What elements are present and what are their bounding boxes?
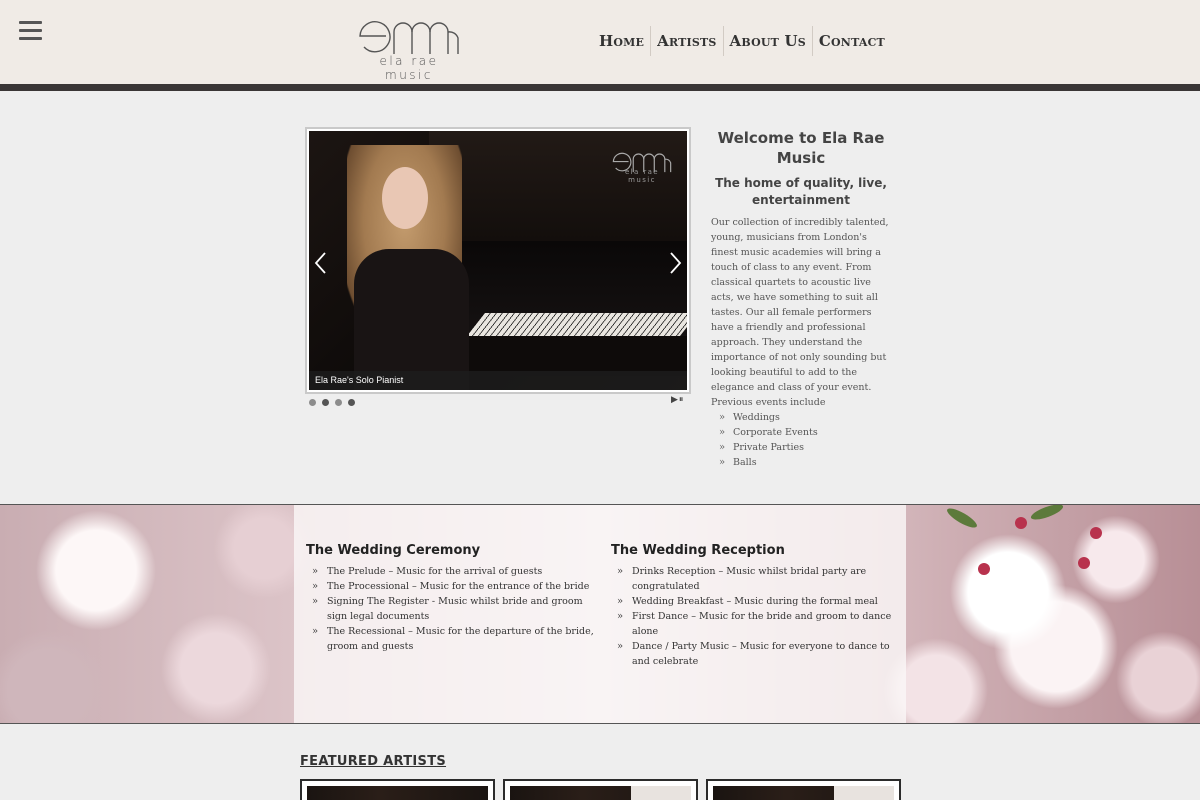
chevron-left-icon[interactable] bbox=[313, 251, 327, 275]
list-item: The Processional – Music for the entranc… bbox=[312, 579, 596, 594]
header-divider bbox=[0, 84, 1200, 91]
slider-dot-active[interactable] bbox=[322, 399, 329, 406]
blossom-bud bbox=[978, 563, 990, 575]
reception-list: Drinks Reception – Music whilst bridal p… bbox=[611, 564, 901, 669]
list-item: The Prelude – Music for the arrival of g… bbox=[312, 564, 596, 579]
list-item: Dance / Party Music – Music for everyone… bbox=[617, 639, 901, 669]
blossom-bud bbox=[1015, 517, 1027, 529]
logo-subtitle: ela rae music bbox=[379, 54, 439, 82]
slide-caption: Ela Rae's Solo Pianist bbox=[309, 371, 687, 390]
image-slider: ela rae music Ela Rae's Solo Pianist bbox=[305, 127, 691, 394]
site-header: ela rae music Home Artists About Us Cont… bbox=[0, 0, 1200, 84]
ceremony-list: The Prelude – Music for the arrival of g… bbox=[306, 564, 596, 654]
logo-mark bbox=[359, 21, 459, 54]
artist-thumbnail bbox=[510, 786, 691, 800]
welcome-body: Our collection of incredibly talented, y… bbox=[711, 217, 889, 408]
artist-card[interactable] bbox=[300, 779, 495, 800]
artist-card[interactable] bbox=[503, 779, 698, 800]
slide-watermark-text: ela rae music bbox=[624, 168, 660, 184]
list-item: Weddings bbox=[719, 410, 891, 425]
list-item: Private Parties bbox=[719, 440, 891, 455]
list-item: Wedding Breakfast – Music during the for… bbox=[617, 594, 901, 609]
list-item: Corporate Events bbox=[719, 425, 891, 440]
list-item: Signing The Register - Music whilst brid… bbox=[312, 594, 596, 624]
featured-artists-heading[interactable]: FEATURED ARTISTS bbox=[300, 754, 446, 769]
nav-contact[interactable]: Contact bbox=[811, 26, 891, 56]
welcome-panel: Welcome to Ela Rae Music The home of qua… bbox=[711, 128, 891, 470]
list-item: Drinks Reception – Music whilst bridal p… bbox=[617, 564, 901, 594]
ceremony-column: The Wedding Ceremony The Prelude – Music… bbox=[306, 542, 596, 654]
play-pause-icon[interactable]: ▶⏸ bbox=[671, 395, 684, 405]
slider-dot[interactable] bbox=[348, 399, 355, 406]
artist-card[interactable] bbox=[706, 779, 901, 800]
reception-title: The Wedding Reception bbox=[611, 543, 785, 558]
list-item: The Recessional – Music for the departur… bbox=[312, 624, 596, 654]
blossom-bud bbox=[1078, 557, 1090, 569]
slider-dot[interactable] bbox=[309, 399, 316, 406]
artist-thumbnail bbox=[713, 786, 894, 800]
leaf-decoration bbox=[944, 505, 980, 531]
nav-about-us[interactable]: About Us bbox=[722, 26, 812, 56]
nav-artists[interactable]: Artists bbox=[650, 26, 722, 56]
slider-pagination bbox=[309, 399, 361, 406]
events-list: Weddings Corporate Events Private Partie… bbox=[711, 410, 891, 470]
reception-column: The Wedding Reception Drinks Reception –… bbox=[611, 542, 901, 669]
list-item: Balls bbox=[719, 455, 891, 470]
menu-icon[interactable] bbox=[19, 21, 42, 41]
wedding-services-band bbox=[0, 504, 1200, 724]
list-item: First Dance – Music for the bride and gr… bbox=[617, 609, 901, 639]
leaf-decoration bbox=[1029, 505, 1065, 523]
welcome-subtitle: The home of quality, live, entertainment bbox=[715, 176, 887, 207]
slider-dot[interactable] bbox=[335, 399, 342, 406]
ceremony-title: The Wedding Ceremony bbox=[306, 543, 481, 558]
slide-image: ela rae music Ela Rae's Solo Pianist bbox=[309, 131, 687, 390]
chevron-right-icon[interactable] bbox=[669, 251, 683, 275]
site-logo[interactable]: ela rae music bbox=[356, 14, 462, 82]
main-nav: Home Artists About Us Contact bbox=[593, 26, 891, 56]
artist-thumbnail bbox=[307, 786, 488, 800]
nav-home[interactable]: Home bbox=[593, 26, 650, 56]
welcome-title: Welcome to Ela Rae Music bbox=[717, 129, 885, 167]
blossom-bud bbox=[1090, 527, 1102, 539]
